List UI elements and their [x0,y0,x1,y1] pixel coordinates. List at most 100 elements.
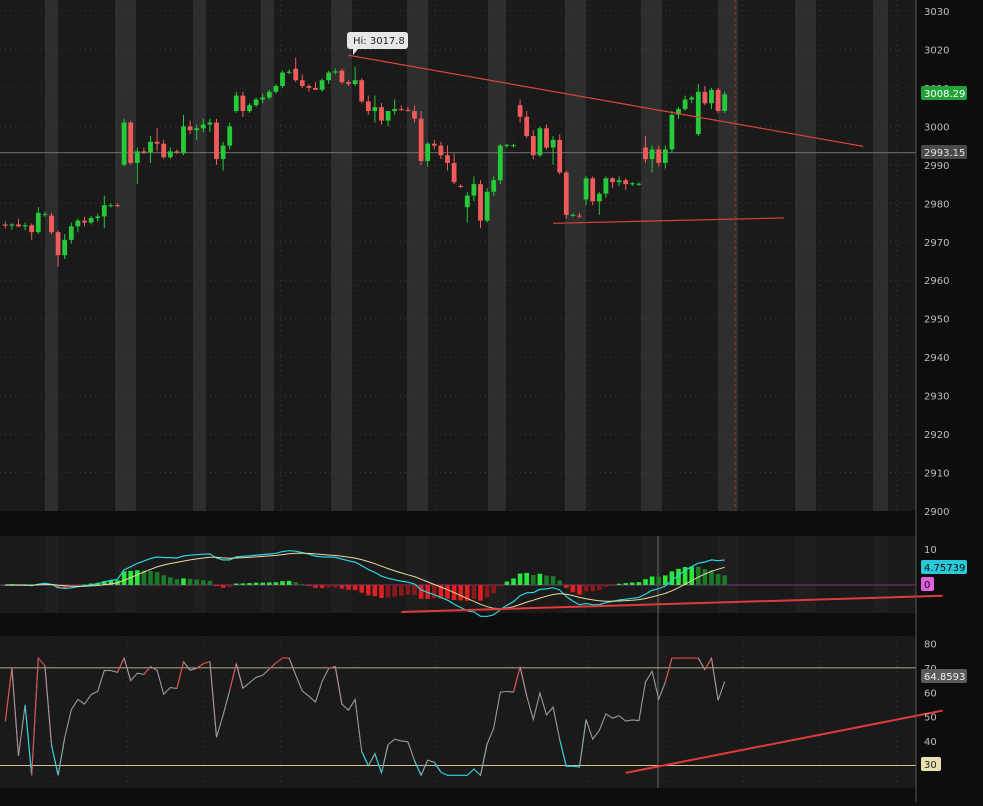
candle-up [326,72,332,81]
candle-up [68,226,74,240]
candle-up [682,99,688,110]
candle-up [669,114,675,150]
candle-up [385,111,391,121]
macd-histogram-bar [623,583,628,585]
macd-histogram-bar [544,575,549,585]
candle-up [629,183,635,185]
macd-histogram-bar [663,575,668,585]
macd-histogram-bar [498,585,503,587]
macd-histogram-bar [220,585,226,588]
rsi-value-label: 64.8593 [924,672,965,683]
candle-up [75,220,81,227]
candle-down [610,178,615,183]
rsi-oversold-badge: 30 [921,757,941,771]
candle-down [643,147,648,160]
macd-histogram-bar [570,585,576,593]
macd-histogram-bar [517,573,523,585]
macd-histogram-bar [306,585,312,587]
last-price-badge: 3008.29 [921,86,967,100]
macd-histogram-bar [385,585,391,598]
macd-histogram-bar [234,583,239,585]
macd-histogram-bar [300,584,305,586]
session-band-macd [193,536,206,613]
candle-up [181,126,186,154]
rsi-tick-label: 50 [924,713,937,724]
candle-up [695,91,701,135]
macd-histogram-bar [564,585,569,588]
candle-up [220,145,226,160]
rsi-oversold-label: 30 [924,760,937,771]
candle-up [108,205,114,207]
macd-histogram-bar [550,576,556,585]
macd-histogram-bar [597,585,602,590]
price-tick-label: 2930 [924,392,949,403]
candle-up [260,97,266,100]
candle-up [9,224,15,226]
candle-up [722,94,728,111]
candle-up [662,149,668,163]
candle-down [55,232,61,256]
candle-down [478,184,483,221]
candle-up [167,151,173,158]
candle-up [148,141,153,153]
macd-histogram-bar [610,585,615,586]
price-tick-label: 2960 [924,276,949,287]
macd-histogram-bar [524,572,529,585]
candle-up [88,217,94,223]
macd-histogram-bar [187,578,193,585]
trading-chart[interactable]: 2900 2910 2920 2930 2940 2950 2960 2970 2980 2990… [0,0,983,802]
last-price-label: 3008.29 [924,89,965,100]
candle-down [431,143,437,146]
candle-down [214,122,219,160]
session-band-macd [873,536,888,613]
rsi-tick-label: 80 [924,639,937,650]
macd-histogram-bar [326,585,331,588]
macd-histogram-bar [458,585,463,601]
candle-up [484,191,490,221]
candle-up [332,71,338,73]
candle-up [497,145,503,181]
candle-down [405,109,411,111]
macd-histogram-bar [511,578,516,585]
candle-up [570,214,576,216]
session-band-macd [488,536,506,613]
macd-histogram-bar [531,575,536,585]
candle-down [656,149,662,163]
macd-histogram-bar [174,579,180,585]
price-panel-background [0,0,916,511]
macd-histogram-bar [135,570,140,585]
candle-down [702,91,708,104]
reference-price-label: 2993.15 [924,148,965,159]
macd-histogram-bar [227,585,232,588]
macd-histogram-bar [346,585,351,590]
candle-down [141,151,147,153]
chart-root: 2900 2910 2920 2930 2940 2950 2960 2970 2980 2990… [0,0,983,802]
session-band [641,0,662,511]
candle-up [134,151,140,163]
macd-histogram-bar [260,582,265,585]
candle-down [557,139,563,173]
candle-up [233,95,239,111]
macd-histogram-bar [504,581,510,585]
macd-histogram-bar [603,585,609,587]
macd-histogram-bar [286,580,292,585]
candle-down [359,80,365,102]
session-band [261,0,274,511]
macd-histogram-bar [577,585,582,595]
macd-histogram-bar [253,582,259,585]
candle-down [365,101,371,111]
candle-down [398,109,404,111]
macd-histogram-bar [689,566,694,585]
macd-histogram-bar [412,585,417,595]
macd-histogram-bar [366,585,371,596]
session-band [45,0,58,511]
candle-down [16,224,21,227]
candle-down [29,225,35,233]
macd-value-label: 4.75739 [924,563,965,574]
macd-histogram-bar [267,582,272,585]
macd-histogram-bar [432,585,437,599]
candle-up [491,180,497,192]
candle-up [35,212,41,233]
candle-down [590,178,596,202]
candle-up [62,239,68,256]
